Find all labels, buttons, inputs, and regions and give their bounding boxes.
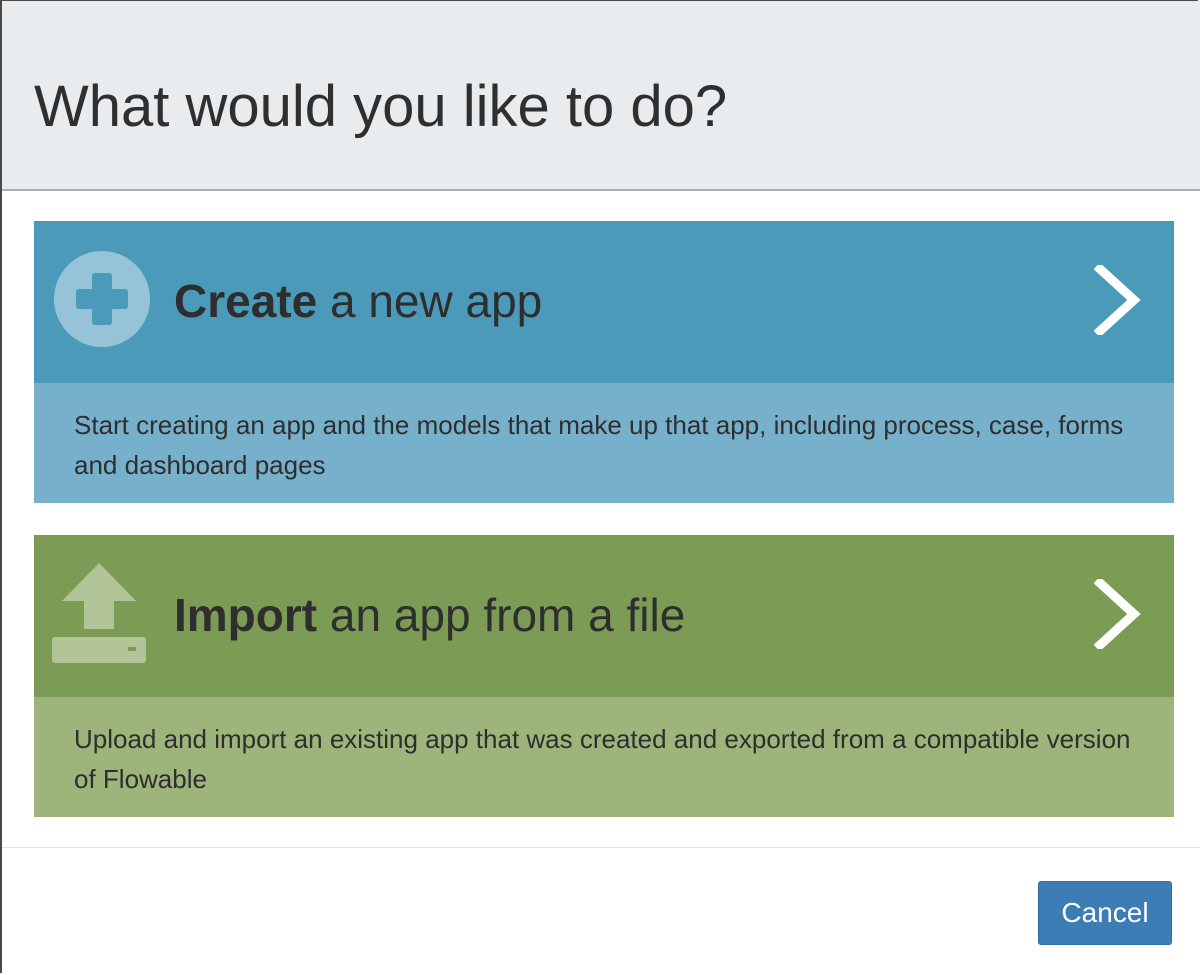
import-app-option[interactable]: Import an app from a file Upload and imp… xyxy=(34,535,1174,817)
create-app-option-header[interactable]: Create a new app xyxy=(34,221,1174,383)
import-app-label-bold: Import xyxy=(174,589,318,641)
plus-circle-icon xyxy=(54,251,150,347)
dialog-title: What would you like to do? xyxy=(34,74,728,139)
create-app-label-bold: Create xyxy=(174,275,318,327)
create-app-description: Start creating an app and the models tha… xyxy=(34,383,1174,503)
import-app-option-header[interactable]: Import an app from a file xyxy=(34,535,1174,697)
import-app-description: Upload and import an existing app that w… xyxy=(34,697,1174,817)
import-app-label: Import an app from a file xyxy=(174,585,685,645)
dialog-footer: Cancel xyxy=(2,847,1200,975)
chevron-right-icon xyxy=(1093,576,1144,652)
create-app-label-rest: a new app xyxy=(317,275,543,327)
dialog-header: What would you like to do? xyxy=(2,1,1200,191)
upload-icon xyxy=(52,563,146,667)
create-app-option[interactable]: Create a new app Start creating an app a… xyxy=(34,221,1174,503)
create-app-label: Create a new app xyxy=(174,271,542,331)
cancel-button[interactable]: Cancel xyxy=(1038,881,1172,945)
chevron-right-icon xyxy=(1093,262,1144,338)
import-app-label-rest: an app from a file xyxy=(317,589,686,641)
modal-dialog: What would you like to do? Create a new … xyxy=(0,0,1200,975)
